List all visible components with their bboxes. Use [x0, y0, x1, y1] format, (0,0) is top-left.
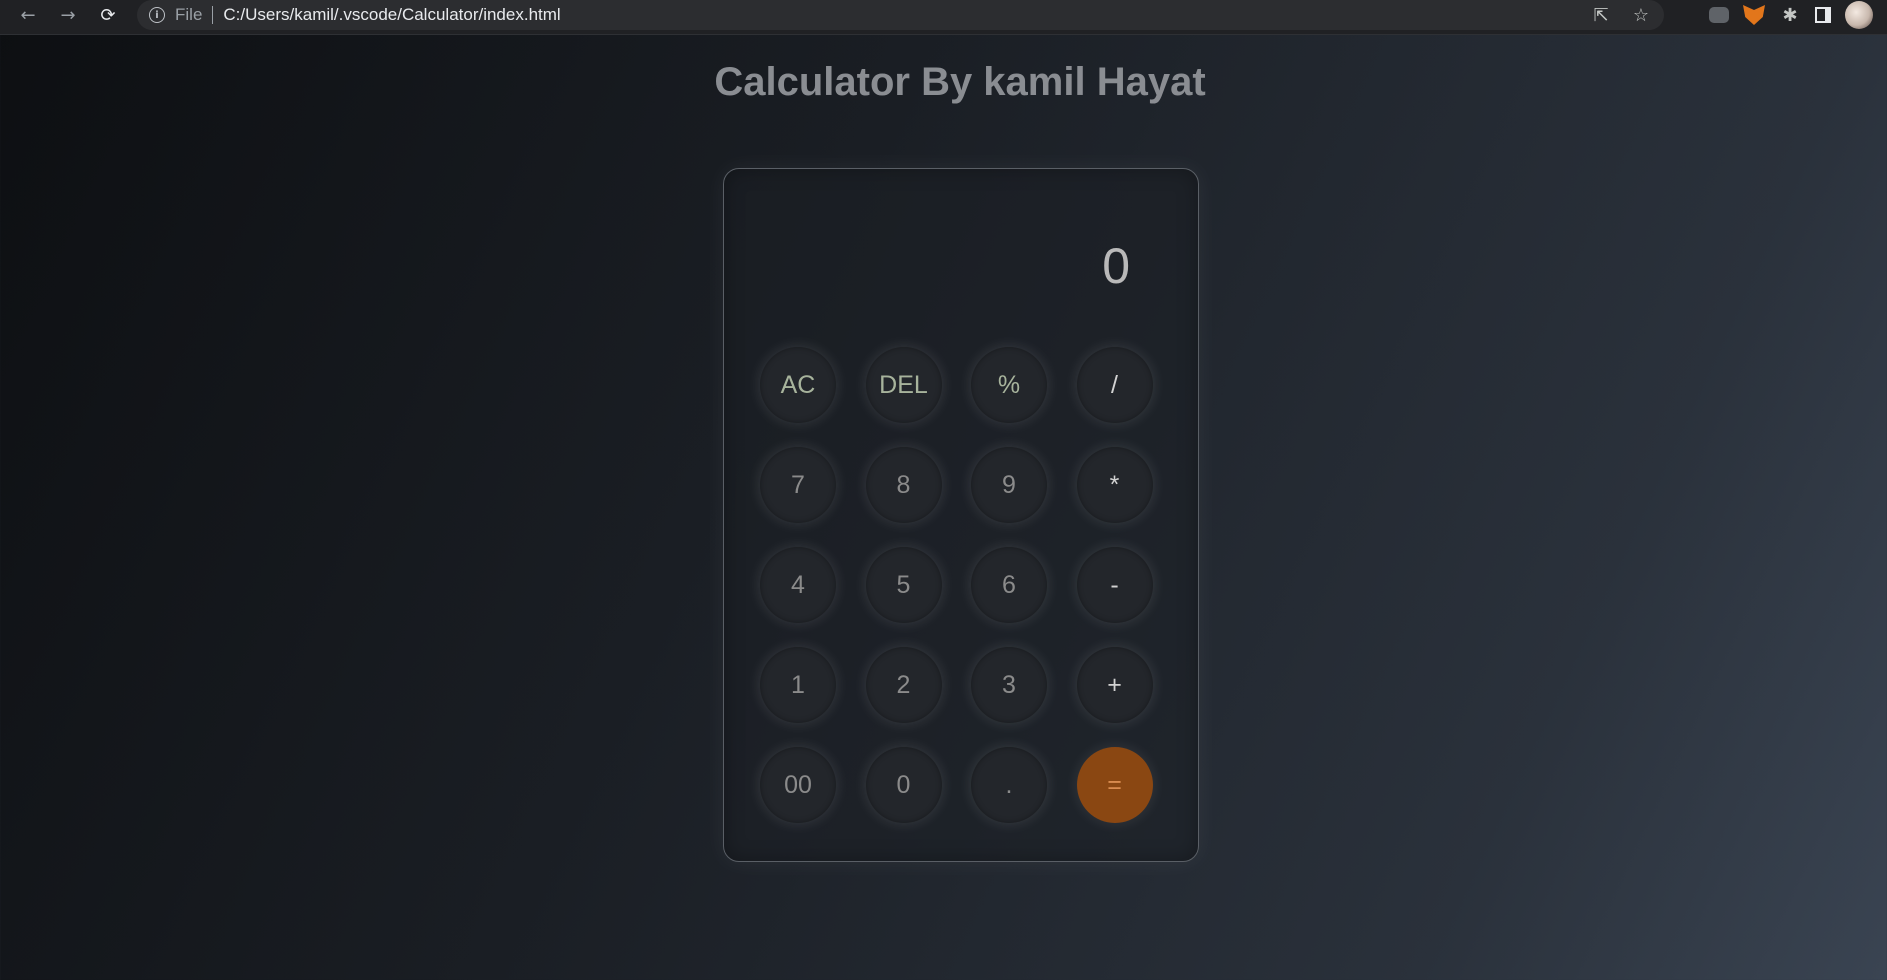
add-button[interactable]: + — [1076, 647, 1153, 723]
robot-extension-icon[interactable] — [1709, 7, 1729, 23]
browser-toolbar: ← → ⟳ i File C:/Users/kamil/.vscode/Calc… — [0, 0, 1887, 35]
metamask-fox-icon[interactable] — [1743, 5, 1765, 25]
digit-2-button[interactable]: 2 — [865, 647, 942, 723]
info-icon[interactable]: i — [149, 7, 165, 23]
calculator-display: 0 — [1102, 238, 1130, 294]
delete-button[interactable]: DEL — [865, 347, 942, 423]
side-panel-icon[interactable] — [1815, 7, 1831, 23]
multiply-button[interactable]: * — [1076, 447, 1153, 523]
share-icon[interactable]: ⇱ — [1590, 5, 1612, 26]
digit-9-button[interactable]: 9 — [971, 447, 1047, 523]
divide-button[interactable]: / — [1076, 347, 1153, 423]
double-zero-button[interactable]: 00 — [760, 747, 836, 823]
back-icon[interactable]: ← — [8, 0, 48, 30]
address-bar-actions: ⇱ ☆ — [1590, 0, 1664, 30]
bookmark-star-icon[interactable]: ☆ — [1630, 5, 1652, 26]
address-bar[interactable]: i File C:/Users/kamil/.vscode/Calculator… — [137, 0, 1664, 30]
profile-avatar[interactable] — [1845, 1, 1873, 29]
digit-3-button[interactable]: 3 — [971, 647, 1047, 723]
reload-icon[interactable]: ⟳ — [88, 0, 128, 30]
url-text[interactable]: C:/Users/kamil/.vscode/Calculator/index.… — [223, 5, 560, 25]
browser-extensions: ✱ — [1709, 0, 1887, 30]
puzzle-extensions-icon[interactable]: ✱ — [1779, 5, 1801, 26]
digit-8-button[interactable]: 8 — [865, 447, 942, 523]
calculator: 0 AC DEL%/7 8 9 * 4 5 6-1 2 3 +00 0. = — [723, 168, 1199, 862]
decimal-button[interactable]: . — [971, 747, 1047, 823]
address-separator — [212, 6, 214, 24]
digit-0-button[interactable]: 0 — [865, 747, 942, 823]
forward-icon[interactable]: → — [48, 0, 88, 30]
subtract-button[interactable]: - — [1076, 547, 1153, 623]
percent-button[interactable]: % — [971, 347, 1047, 423]
digit-4-button[interactable]: 4 — [760, 547, 836, 623]
all-clear-button[interactable]: AC — [760, 347, 836, 423]
digit-1-button[interactable]: 1 — [760, 647, 836, 723]
digit-6-button[interactable]: 6 — [971, 547, 1047, 623]
digit-5-button[interactable]: 5 — [865, 547, 942, 623]
page-title: Calculator By kamil Hayat — [714, 60, 1206, 104]
digit-7-button[interactable]: 7 — [760, 447, 836, 523]
scheme-label: File — [175, 5, 203, 24]
equals-button[interactable]: = — [1076, 747, 1153, 823]
